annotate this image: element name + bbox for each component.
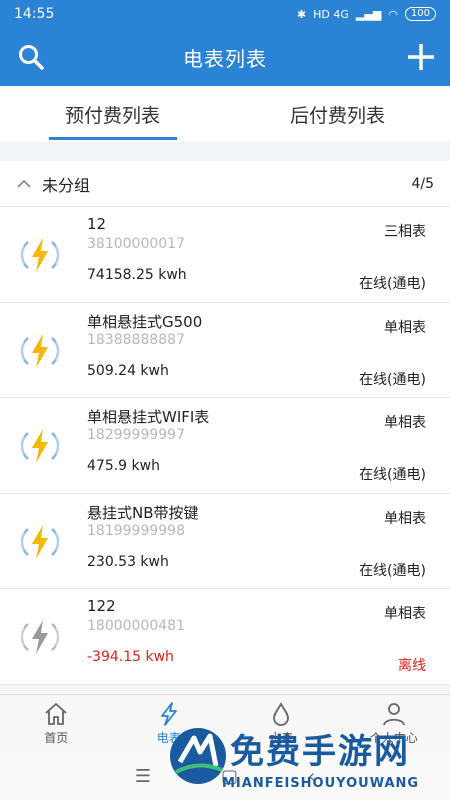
status-icons: ✱ HD 4G ▂▄▆ ◠ 100 bbox=[297, 7, 436, 21]
meter-name: 122 bbox=[87, 597, 116, 615]
meter-type: 单相表 bbox=[384, 319, 426, 336]
meter-energy: 74158.25 kwh bbox=[87, 267, 187, 283]
tab-prepaid[interactable]: 预付费列表 bbox=[0, 86, 225, 142]
app-bar: 电表列表 bbox=[0, 28, 450, 86]
network-label: HD 4G bbox=[313, 7, 349, 21]
search-icon[interactable] bbox=[16, 42, 46, 72]
meter-item[interactable]: 单相悬挂式G500 18388888887 509.24 kwh 单相表 在线(… bbox=[0, 302, 450, 398]
menu-icon[interactable]: ☰ bbox=[135, 766, 151, 787]
meter-type: 单相表 bbox=[384, 606, 426, 622]
meter-status: 在线(通电) bbox=[359, 562, 426, 579]
add-icon[interactable] bbox=[404, 40, 438, 74]
meter-list: 12 38100000017 74158.25 kwh 三相表 在线(通电) 单… bbox=[0, 207, 450, 685]
nav-home[interactable]: 首页 bbox=[0, 695, 113, 752]
meter-name: 12 bbox=[87, 215, 107, 233]
group-title: 未分组 bbox=[42, 175, 91, 195]
meter-serial: 18199999998 bbox=[87, 522, 185, 539]
signal-icon: ▂▄▆ bbox=[355, 7, 382, 21]
watermark-logo-icon bbox=[170, 728, 226, 784]
meter-serial: 18388888887 bbox=[87, 331, 185, 348]
meter-type: 三相表 bbox=[384, 224, 426, 240]
tab-postpaid[interactable]: 后付费列表 bbox=[225, 86, 450, 142]
watermark-text: 免费手游网 bbox=[230, 732, 410, 772]
meter-item[interactable]: 122 18000000481 -394.15 kwh 单相表 离线 bbox=[0, 589, 450, 685]
meter-energy: 230.53 kwh bbox=[87, 553, 169, 570]
meter-status: 在线(通电) bbox=[359, 467, 426, 483]
status-time: 14:55 bbox=[14, 6, 55, 22]
watermark-subtext: MIANFEISHOUYOUWANG bbox=[222, 776, 420, 791]
meter-type: 单相表 bbox=[384, 415, 426, 431]
bolt-online-icon bbox=[20, 333, 60, 368]
meter-name: 单相悬挂式G500 bbox=[87, 312, 203, 331]
meter-energy: 509.24 kwh bbox=[87, 362, 169, 379]
meter-serial: 18000000481 bbox=[87, 618, 185, 634]
meter-name: 悬挂式NB带按键 bbox=[87, 503, 199, 522]
chevron-up-icon bbox=[17, 179, 31, 188]
meter-status: 在线(通电) bbox=[359, 371, 426, 388]
bolt-offline-icon bbox=[20, 620, 60, 654]
meter-type: 单相表 bbox=[384, 510, 426, 527]
group-header[interactable]: 未分组 4/5 bbox=[0, 161, 450, 207]
bolt-online-icon bbox=[20, 524, 60, 559]
meter-energy: -394.15 kwh bbox=[87, 649, 174, 665]
page-title: 电表列表 bbox=[183, 46, 267, 71]
meter-status: 在线(通电) bbox=[359, 276, 426, 292]
status-bar: 14:55 ✱ HD 4G ▂▄▆ ◠ 100 bbox=[0, 0, 450, 28]
battery-icon: 100 bbox=[404, 7, 436, 21]
meter-item[interactable]: 悬挂式NB带按键 18199999998 230.53 kwh 单相表 在线(通… bbox=[0, 493, 450, 589]
wifi-icon: ◠ bbox=[388, 7, 398, 21]
meter-serial: 18299999997 bbox=[87, 427, 185, 443]
meter-energy: 475.9 kwh bbox=[87, 458, 160, 474]
bolt-online-icon bbox=[20, 429, 60, 463]
meter-name: 单相悬挂式WIFI表 bbox=[87, 408, 210, 426]
bluetooth-icon: ✱ bbox=[296, 7, 307, 21]
home-icon bbox=[45, 703, 67, 725]
bolt-online-icon bbox=[20, 238, 60, 272]
meter-serial: 38100000017 bbox=[87, 236, 185, 252]
meter-status: 离线 bbox=[398, 658, 426, 674]
meter-item[interactable]: 单相悬挂式WIFI表 18299999997 475.9 kwh 单相表 在线(… bbox=[0, 398, 450, 494]
nav-home-label: 首页 bbox=[44, 731, 69, 745]
group-count: 4/5 bbox=[411, 175, 434, 192]
watermark: 免费手游网 MIANFEISHOUYOUWANG bbox=[168, 718, 450, 800]
meter-item[interactable]: 12 38100000017 74158.25 kwh 三相表 在线(通电) bbox=[0, 207, 450, 303]
tab-bar: 预付费列表 后付费列表 bbox=[0, 86, 450, 142]
